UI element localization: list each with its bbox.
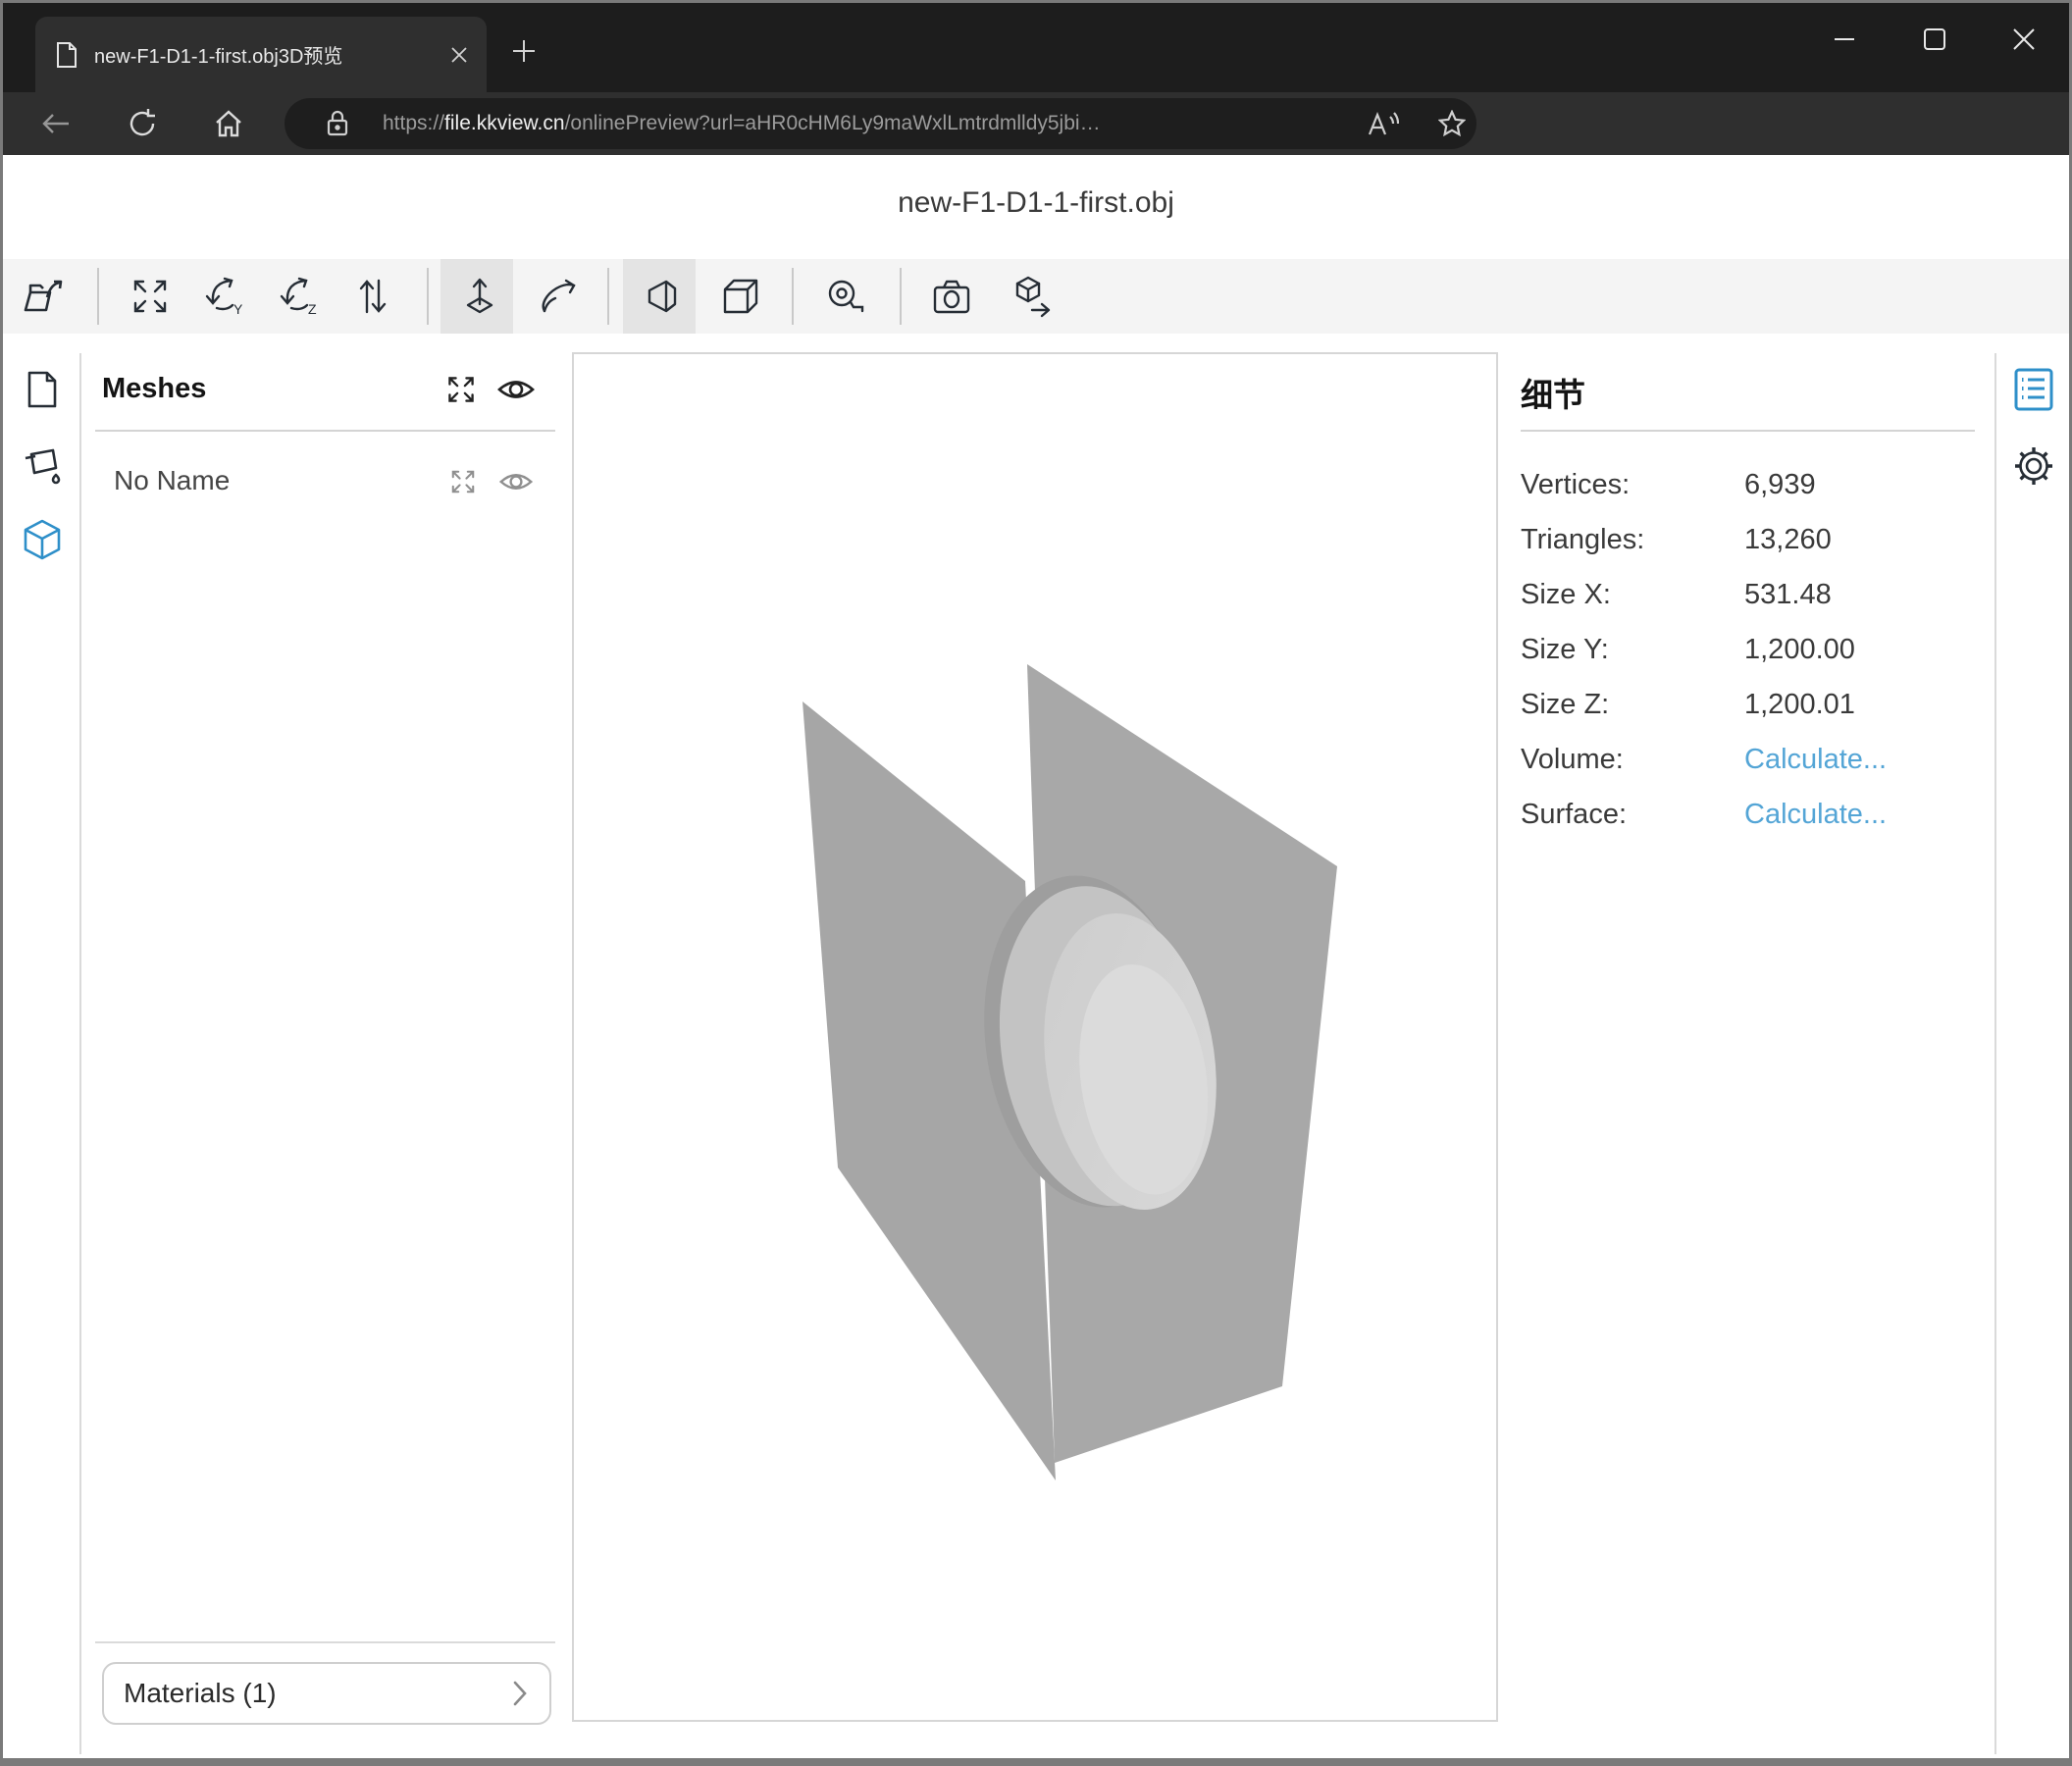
lock-icon[interactable]	[320, 106, 355, 141]
detail-value: 531.48	[1744, 567, 1832, 622]
viewer-toolbar-separator	[427, 268, 429, 325]
tab-close-icon[interactable]	[440, 35, 479, 75]
window-border-left	[0, 0, 3, 1766]
window-border-bottom	[0, 1758, 2072, 1766]
chevron-right-icon	[512, 1681, 528, 1706]
detail-label: Surface:	[1521, 787, 1627, 842]
right-rail-divider	[1994, 353, 1996, 1754]
url-path: /onlinePreview?url=aHR0cHM6Ly9maWxlLmtrd…	[565, 112, 1101, 135]
detail-value: 1,200.01	[1744, 677, 1855, 732]
flip-vertical-button[interactable]	[337, 259, 409, 334]
model-cube-icon[interactable]	[19, 516, 66, 563]
left-rail-divider	[79, 353, 81, 1754]
new-tab-button[interactable]	[502, 29, 545, 73]
materials-button[interactable]: Materials (1)	[102, 1662, 551, 1725]
meshes-fit-icon[interactable]	[441, 370, 481, 409]
scene-file-icon[interactable]	[19, 366, 66, 413]
svg-text:Y: Y	[233, 301, 243, 317]
calculate-volume-link[interactable]: Calculate...	[1744, 732, 1887, 787]
browser-toolbar: https://file.kkview.cn/onlinePreview?url…	[0, 92, 2072, 155]
read-aloud-icon[interactable]	[1366, 106, 1401, 141]
shaded-view-button[interactable]	[626, 259, 699, 334]
page-title: new-F1-D1-1-first.obj	[3, 186, 2069, 220]
tab-favicon-document-icon	[55, 41, 78, 69]
3d-viewport[interactable]	[572, 352, 1498, 1722]
export-model-button[interactable]	[994, 259, 1066, 334]
mesh-item-fit-icon[interactable]	[443, 462, 483, 501]
address-bar[interactable]: https://file.kkview.cn/onlinePreview?url…	[285, 98, 1476, 149]
open-model-button[interactable]	[7, 259, 79, 334]
browser-tab[interactable]: new-F1-D1-1-first.obj3D预览	[35, 17, 487, 92]
details-panel-title: 细节	[1521, 369, 1585, 416]
solid-box-view-button[interactable]	[702, 259, 775, 334]
detail-label: Size Y:	[1521, 622, 1609, 677]
3d-model-render	[574, 354, 1496, 1720]
favorite-star-icon[interactable]	[1434, 106, 1470, 141]
meshes-panel-title: Meshes	[102, 373, 206, 405]
viewer-page: new-F1-D1-1-first.obj Y	[3, 155, 2069, 1758]
rotate-z-button[interactable]: Z	[263, 259, 336, 334]
detail-value: 13,260	[1744, 512, 1832, 567]
orbit-rotate-button[interactable]	[522, 259, 595, 334]
home-icon[interactable]	[205, 100, 252, 147]
window-minimize-button[interactable]	[1813, 8, 1876, 71]
browser-titlebar: new-F1-D1-1-first.obj3D预览	[0, 0, 2072, 92]
url-text[interactable]: https://file.kkview.cn/onlinePreview?url…	[383, 98, 1101, 149]
settings-gear-icon[interactable]	[2010, 442, 2057, 490]
mesh-item-visibility-eye-icon[interactable]	[496, 462, 536, 501]
detail-label: Volume:	[1521, 732, 1624, 787]
detail-value: 1,200.00	[1744, 622, 1855, 677]
viewer-toolbar-separator	[97, 268, 99, 325]
detail-label: Size Z:	[1521, 677, 1609, 732]
tab-title: new-F1-D1-1-first.obj3D预览	[94, 40, 440, 69]
window-border-top	[0, 0, 2072, 3]
back-icon[interactable]	[32, 100, 79, 147]
detail-label: Triangles:	[1521, 512, 1644, 567]
detail-label: Size X:	[1521, 567, 1611, 622]
rotate-y-button[interactable]: Y	[188, 259, 261, 334]
window-maximize-button[interactable]	[1903, 8, 1966, 71]
materials-button-label: Materials (1)	[124, 1678, 512, 1709]
refresh-icon[interactable]	[119, 100, 166, 147]
meshes-header-divider	[95, 430, 555, 432]
url-host: file.kkview.cn	[444, 112, 565, 135]
browser-window: new-F1-D1-1-first.obj3D预览	[0, 0, 2072, 1766]
measure-button[interactable]	[808, 259, 881, 334]
viewer-toolbar-separator	[900, 268, 902, 325]
meshes-bottom-divider	[95, 1641, 555, 1643]
materials-icon[interactable]	[19, 442, 66, 489]
detail-value: 6,939	[1744, 457, 1816, 512]
details-list-icon[interactable]	[2010, 366, 2057, 413]
svg-text:Z: Z	[308, 301, 317, 317]
window-close-button[interactable]	[1993, 8, 2055, 71]
mesh-item-label[interactable]: No Name	[114, 465, 230, 496]
move-vertical-button[interactable]	[443, 259, 516, 334]
meshes-visibility-eye-icon[interactable]	[496, 370, 536, 409]
screenshot-button[interactable]	[915, 259, 988, 334]
viewer-toolbar-separator	[792, 268, 794, 325]
url-scheme: https://	[383, 112, 444, 135]
calculate-surface-link[interactable]: Calculate...	[1744, 787, 1887, 842]
detail-label: Vertices:	[1521, 457, 1630, 512]
fit-view-button[interactable]	[114, 259, 186, 334]
details-header-divider	[1521, 430, 1975, 432]
viewer-toolbar-separator	[607, 268, 609, 325]
